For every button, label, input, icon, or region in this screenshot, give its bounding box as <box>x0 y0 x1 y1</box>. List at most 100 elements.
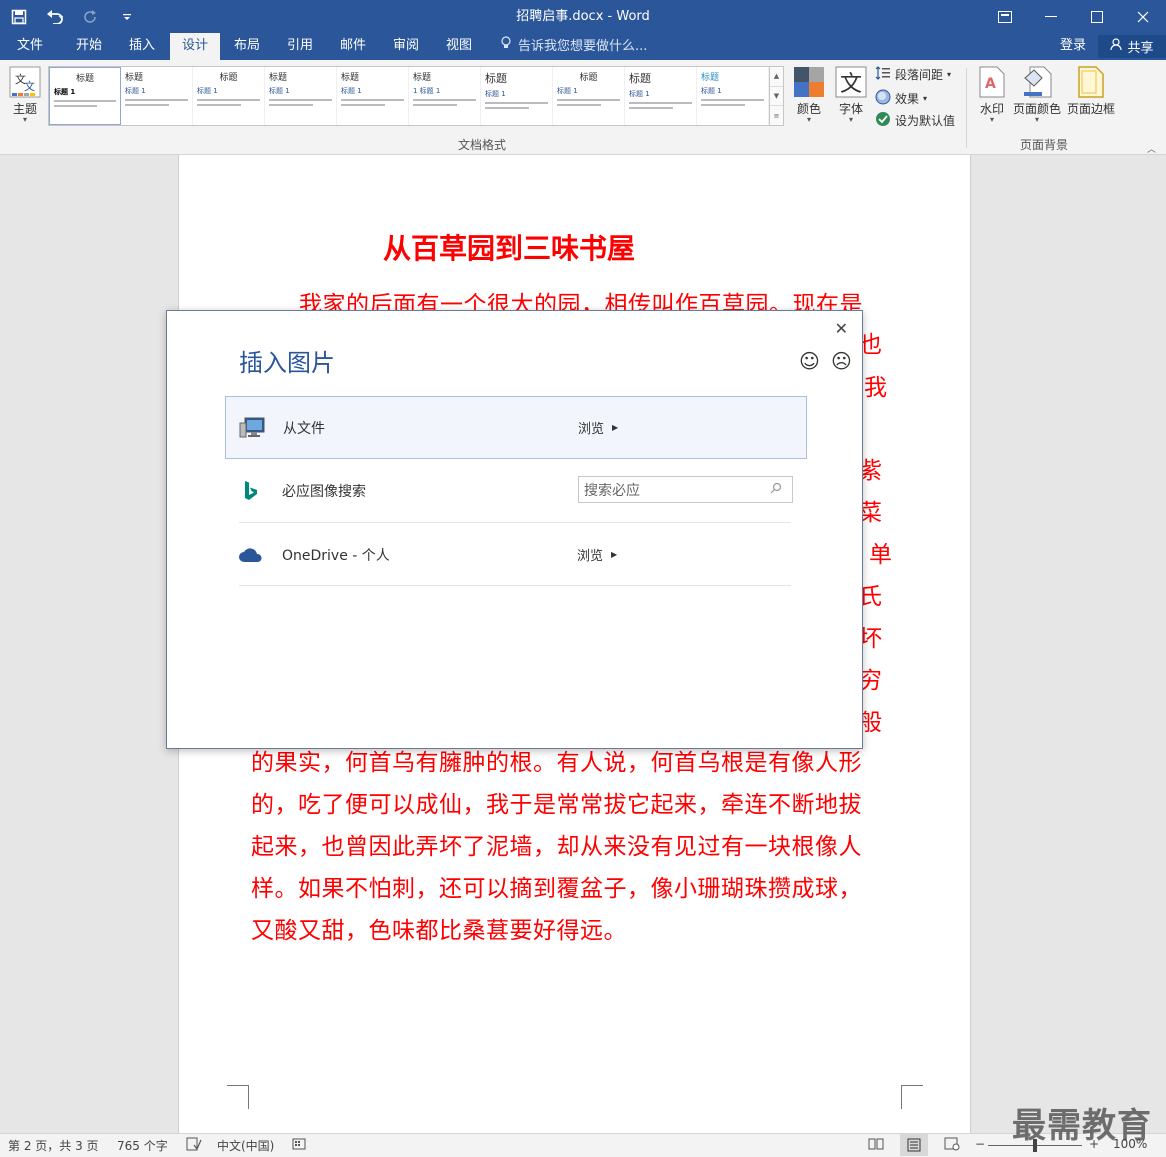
style-set-item[interactable]: 标题 标题 1 <box>481 67 553 125</box>
theme-button[interactable]: 文文 主题 ▾ <box>9 66 41 124</box>
page-borders-label: 页面边框 <box>1067 102 1116 116</box>
language-indicator[interactable]: 中文(中国) <box>217 1137 274 1154</box>
chevron-right-icon: ▶ <box>611 550 618 559</box>
proofing-icon[interactable] <box>186 1137 202 1154</box>
style-set-item[interactable]: 标题 1 标题 1 <box>409 67 481 125</box>
macro-recording-icon[interactable] <box>292 1137 306 1154</box>
svg-text:文: 文 <box>24 79 35 93</box>
scroll-up-icon[interactable]: ▲ <box>770 67 783 87</box>
paragraph-spacing-label: 段落间距 <box>895 68 944 82</box>
smile-icon[interactable]: ☺ <box>799 349 820 373</box>
set-as-default-button[interactable]: 设为默认值 <box>875 111 955 130</box>
sign-in-link[interactable]: 登录 <box>1060 33 1086 60</box>
style-set-item[interactable]: 标题 标题 1 <box>193 67 265 125</box>
checkmark-icon <box>875 111 891 130</box>
document-heading: 从百草园到三味书屋 <box>382 232 635 265</box>
tab-design[interactable]: 设计 <box>170 33 220 60</box>
style-set-item[interactable]: 标题 标题 1 <box>121 67 193 125</box>
doc-paragraph-line: 起来，也曾因此弄坏了泥墙，却从来没有见过有一块根像人 <box>251 834 862 860</box>
colors-icon <box>793 66 825 98</box>
page-borders-icon <box>1075 66 1107 98</box>
doc-paragraph-line: 样。如果不怕刺，还可以摘到覆盆子，像小珊瑚珠攒成球， <box>251 876 862 902</box>
ribbon: 文文 主题 ▾ 标题 标题 1 标题 标题 1 标题 标题 1 标题 标题 1 <box>0 60 1166 155</box>
print-layout-icon[interactable] <box>900 1134 928 1156</box>
tab-review[interactable]: 审阅 <box>381 33 431 60</box>
page-borders-button[interactable]: 页面边框 <box>1067 66 1115 117</box>
scroll-down-icon[interactable]: ▼ <box>770 87 783 107</box>
page-count[interactable]: 第 2 页，共 3 页 <box>8 1137 99 1154</box>
effects-button[interactable]: 效果 ▾ <box>875 89 927 108</box>
watermark-icon: A <box>976 66 1008 98</box>
chevron-down-icon: ▾ <box>923 94 928 103</box>
dialog-title: 插入图片 <box>239 349 335 377</box>
colors-button[interactable]: 颜色 ▾ <box>793 66 825 124</box>
set-default-label: 设为默认值 <box>895 114 956 128</box>
page-color-icon <box>1021 66 1053 98</box>
bing-icon <box>237 479 265 503</box>
watermark-button[interactable]: A 水印 ▾ <box>976 66 1008 124</box>
window-controls <box>982 0 1166 33</box>
tab-view[interactable]: 视图 <box>434 33 484 60</box>
style-set-gallery: 标题 标题 1 标题 标题 1 标题 标题 1 标题 标题 1 标题 标题 1 <box>48 66 770 126</box>
tell-me-label: 告诉我您想要做什么... <box>518 38 648 54</box>
minimize-icon[interactable] <box>1028 0 1074 33</box>
chevron-down-icon: ▾ <box>1035 115 1040 124</box>
gallery-more-icon[interactable]: ≡ <box>770 106 783 125</box>
bing-search-input[interactable]: 搜索必应 <box>578 476 793 503</box>
from-file-browse-link[interactable]: 浏览 ▶ <box>578 418 618 437</box>
from-file-row[interactable]: 从文件 浏览 ▶ <box>225 396 807 459</box>
close-icon[interactable]: ✕ <box>835 319 848 338</box>
tell-me-box[interactable]: 告诉我您想要做什么... <box>500 33 647 60</box>
zoom-out-icon[interactable]: − <box>975 1137 985 1151</box>
row-divider <box>239 585 791 586</box>
effects-label: 效果 <box>895 92 920 106</box>
ribbon-display-options-icon[interactable] <box>982 0 1028 33</box>
svg-text:文: 文 <box>840 72 862 97</box>
tab-layout[interactable]: 布局 <box>222 33 272 60</box>
effects-icon <box>875 89 891 108</box>
onedrive-row[interactable]: OneDrive - 个人 浏览 ▶ <box>225 523 807 586</box>
corner-watermark: 最需教育 <box>1012 1106 1152 1146</box>
style-set-item[interactable]: 标题 标题 1 <box>553 67 625 125</box>
read-mode-icon[interactable] <box>868 1137 884 1154</box>
crop-mark <box>227 1085 249 1109</box>
style-set-item[interactable]: 标题 标题 1 <box>49 67 121 125</box>
tab-home[interactable]: 开始 <box>64 33 114 60</box>
share-button[interactable]: 共享 <box>1098 35 1166 58</box>
bing-search-label: 必应图像搜索 <box>282 483 366 500</box>
web-layout-icon[interactable] <box>944 1137 960 1154</box>
collapse-ribbon-icon[interactable]: ︿ <box>1147 142 1156 155</box>
chevron-down-icon: ▾ <box>947 70 952 79</box>
close-window-icon[interactable] <box>1120 0 1166 33</box>
tab-file[interactable]: 文件 <box>8 33 52 60</box>
page-background-group-label: 页面背景 <box>1020 138 1069 152</box>
fonts-button[interactable]: 文 字体 ▾ <box>835 66 867 124</box>
gallery-scroll: ▲ ▼ ≡ <box>770 66 784 126</box>
paragraph-spacing-button[interactable]: 段落间距 ▾ <box>875 66 951 83</box>
person-icon <box>1110 38 1123 55</box>
frown-icon[interactable]: ☹ <box>831 349 852 373</box>
style-set-item[interactable]: 标题 标题 1 <box>625 67 697 125</box>
chevron-right-icon: ▶ <box>612 423 619 432</box>
tab-insert[interactable]: 插入 <box>117 33 167 60</box>
maximize-icon[interactable] <box>1074 0 1120 33</box>
style-set-item[interactable]: 标题 标题 1 <box>697 67 769 125</box>
group-divider <box>966 68 967 148</box>
tab-references[interactable]: 引用 <box>275 33 325 60</box>
style-set-item[interactable]: 标题 标题 1 <box>265 67 337 125</box>
style-set-item[interactable]: 标题 标题 1 <box>337 67 409 125</box>
lightbulb-icon <box>500 34 512 60</box>
chevron-down-icon: ▾ <box>989 115 994 124</box>
word-count[interactable]: 765 个字 <box>117 1137 168 1154</box>
onedrive-browse-link[interactable]: 浏览 ▶ <box>577 545 617 564</box>
tab-mailings[interactable]: 邮件 <box>328 33 378 60</box>
doc-text-fragment: 我 <box>864 375 888 401</box>
fonts-icon: 文 <box>835 66 867 98</box>
onedrive-label: OneDrive - 个人 <box>282 547 390 564</box>
share-label: 共享 <box>1127 41 1154 56</box>
computer-icon <box>238 416 266 440</box>
page-color-button[interactable]: 页面颜色 ▾ <box>1013 66 1061 124</box>
crop-mark <box>901 1085 923 1109</box>
search-icon[interactable] <box>770 482 782 497</box>
chevron-down-icon: ▾ <box>806 115 811 124</box>
